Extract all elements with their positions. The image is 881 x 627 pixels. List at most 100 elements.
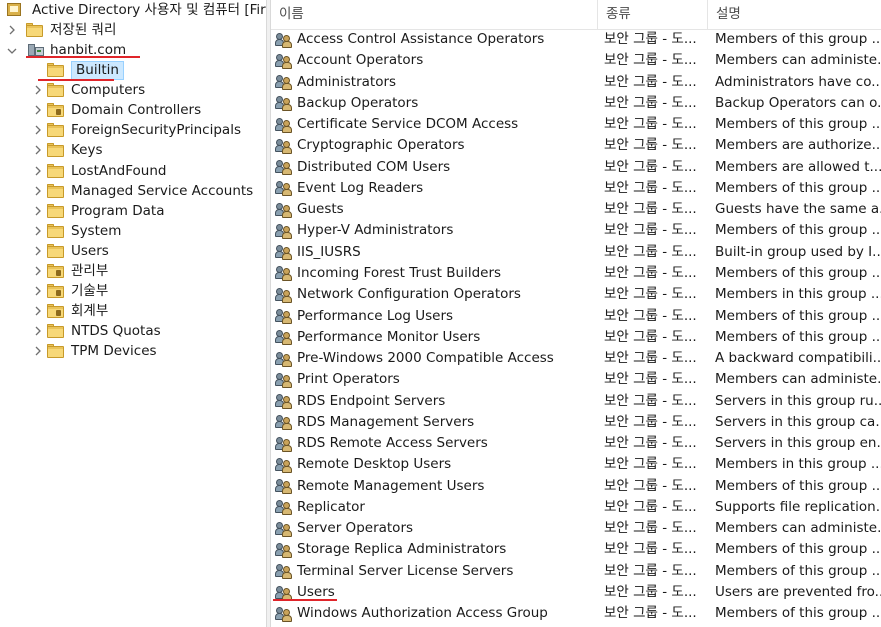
chevron-right-icon[interactable] [32,120,46,140]
cell-description: Members of this group ... [715,222,881,239]
cell-type: 보안 그룹 - 도... [604,605,697,622]
table-row[interactable]: Administrators 보안 그룹 - 도... Administrators… [271,72,881,93]
chevron-right-icon[interactable] [32,301,46,321]
chevron-right-icon[interactable] [32,100,46,120]
group-icon [275,180,294,197]
cell-type: 보안 그룹 - 도... [604,328,697,345]
tree-item[interactable]: Program Data [32,201,165,221]
table-row[interactable]: Incoming Forest Trust Builders 보안 그룹 - 도.… [271,263,881,284]
chevron-down-icon[interactable] [6,40,20,60]
cell-type: 보안 그룹 - 도... [604,201,697,218]
tree-item[interactable]: Domain Controllers [32,100,201,120]
table-row[interactable]: Remote Management Users 보안 그룹 - 도... Membe… [271,476,881,497]
folder-icon [47,243,65,258]
table-row[interactable]: RDS Management Servers 보안 그룹 - 도... Server… [271,412,881,433]
group-name: IIS_IUSRS [297,243,361,260]
cell-type: 보안 그룹 - 도... [604,498,697,515]
cell-name: RDS Remote Access Servers [275,433,601,454]
group-icon [275,457,294,473]
table-row[interactable]: Backup Operators 보안 그룹 - 도... Backup Opera… [271,93,881,114]
column-header-name[interactable]: 이름 [271,0,598,29]
folder-icon [47,63,65,77]
table-row[interactable]: Event Log Readers 보안 그룹 - 도... Members of … [271,178,881,199]
table-row[interactable]: Users 보안 그룹 - 도... Users are prevented fro… [271,582,881,603]
column-header-type[interactable]: 종류 [598,0,708,29]
cell-description: Users are prevented fro... [715,584,881,601]
chevron-right-icon[interactable] [32,261,46,281]
cell-description: Members can administe... [715,371,881,388]
ou-folder-icon [47,304,65,319]
group-name: Performance Log Users [297,307,454,324]
chevron-right-icon[interactable] [32,241,46,261]
chevron-right-icon[interactable] [32,221,46,241]
table-row[interactable]: Account Operators 보안 그룹 - 도... Members can… [271,50,881,71]
tree-item[interactable]: System [32,221,121,241]
table-row[interactable]: Server Operators 보안 그룹 - 도... Members can … [271,518,881,539]
cell-type: 보안 그룹 - 도... [604,179,697,196]
tree-item[interactable]: Builtin [32,60,124,80]
ou-folder-icon [47,264,65,278]
cell-type: 보안 그룹 - 도... [604,116,697,133]
table-row[interactable]: RDS Endpoint Servers 보안 그룹 - 도... Servers … [271,391,881,412]
table-row[interactable]: Access Control Assistance Operators 보안 그룹… [271,29,881,50]
chevron-right-icon[interactable] [32,181,46,201]
tree-item[interactable]: Keys [32,140,103,160]
chevron-right-icon[interactable] [6,20,20,40]
table-row[interactable]: Hyper-V Administrators 보안 그룹 - 도... Member… [271,220,881,241]
tree-item[interactable]: 관리부 [32,261,108,281]
chevron-right-icon[interactable] [32,161,46,181]
table-row[interactable]: Cryptographic Operators 보안 그룹 - 도... Membe… [271,135,881,156]
cell-type: 보안 그룹 - 도... [604,222,697,239]
group-icon [275,74,294,91]
table-row[interactable]: Print Operators 보안 그룹 - 도... Members can a… [271,369,881,390]
tree-item[interactable]: NTDS Quotas [32,321,161,341]
tree-item[interactable]: TPM Devices [32,341,157,361]
table-row[interactable]: Replicator 보안 그룹 - 도... Supports file repl… [271,497,881,518]
group-name: RDS Management Servers [297,413,475,430]
chevron-right-icon[interactable] [32,140,46,160]
table-row[interactable]: RDS Remote Access Servers 보안 그룹 - 도... Ser… [271,433,881,454]
tree-item[interactable]: 회계부 [32,301,108,321]
table-row[interactable]: Storage Replica Administrators 보안 그룹 - 도.… [271,539,881,560]
chevron-right-icon[interactable] [32,281,46,301]
chevron-right-icon[interactable] [32,201,46,221]
tree-item[interactable]: ForeignSecurityPrincipals [32,120,241,140]
table-row[interactable]: Remote Desktop Users 보안 그룹 - 도... Members … [271,454,881,475]
table-row[interactable]: Guests 보안 그룹 - 도... Guests have the same a… [271,199,881,220]
group-icon [275,436,294,452]
tree-root[interactable]: Active Directory 사용자 및 컴퓨터 [Firs [6,0,266,20]
cell-name: Cryptographic Operators [275,135,601,156]
tree-item[interactable]: Managed Service Accounts [32,181,253,201]
group-icon [275,606,294,622]
chevron-right-icon[interactable] [32,80,46,100]
group-name: Guests [297,201,344,218]
expander-placeholder [32,60,46,80]
tree-item-label: Builtin [71,60,124,80]
cell-description: Members of this group ... [715,31,881,47]
chevron-right-icon[interactable] [32,341,46,361]
tree-item[interactable]: LostAndFound [32,161,166,181]
cell-type: 보안 그룹 - 도... [604,584,697,601]
cell-description: Members of this group ... [715,477,881,494]
tree-item-saved-queries[interactable]: 저장된 쿼리 [6,20,116,40]
table-row[interactable]: Network Configuration Operators 보안 그룹 - 도… [271,284,881,305]
tree-item[interactable]: 기술부 [32,281,108,301]
column-header-description[interactable]: 설명 [708,0,881,29]
table-row[interactable]: Certificate Service DCOM Access 보안 그룹 - 도… [271,114,881,135]
tree-item-label: LostAndFound [71,162,167,179]
cell-description: Members are allowed t... [715,158,881,175]
table-row[interactable]: Distributed COM Users 보안 그룹 - 도... Members… [271,157,881,178]
tree-root-label: Active Directory 사용자 및 컴퓨터 [Firs [32,2,266,18]
folder-icon [47,324,65,339]
table-row[interactable]: IIS_IUSRS 보안 그룹 - 도... Built-in group used… [271,242,881,263]
cell-name: Print Operators [275,369,601,390]
table-row[interactable]: Performance Log Users 보안 그룹 - 도... Members… [271,306,881,327]
table-row[interactable]: Pre-Windows 2000 Compatible Access 보안 그룹 … [271,348,881,369]
tree-item[interactable]: Computers [32,80,145,100]
table-row[interactable]: Terminal Server License Servers 보안 그룹 - 도… [271,561,881,582]
ou-folder-icon [47,103,65,118]
table-row[interactable]: Performance Monitor Users 보안 그룹 - 도... Mem… [271,327,881,348]
chevron-right-icon[interactable] [32,321,46,341]
table-row[interactable]: Windows Authorization Access Group 보안 그룹 … [271,603,881,624]
tree-item[interactable]: Users [32,241,109,261]
